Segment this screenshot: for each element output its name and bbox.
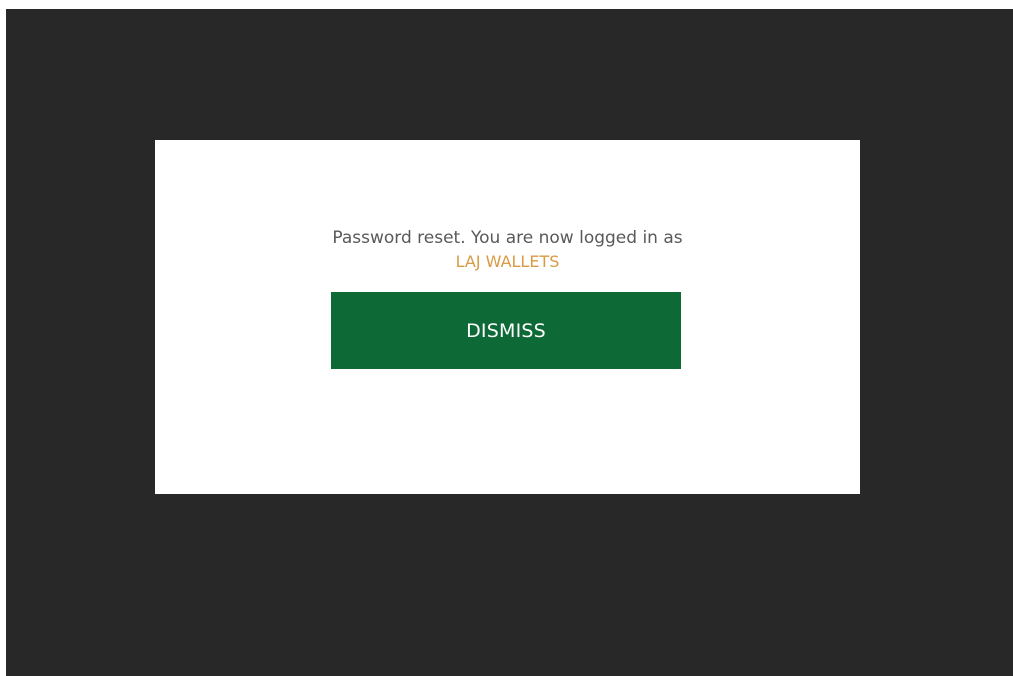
- message-text: Password reset. You are now logged in as: [332, 228, 683, 248]
- backdrop-overlay: Password reset. You are now logged in as…: [6, 9, 1013, 676]
- dismiss-button[interactable]: DISMISS: [331, 292, 681, 369]
- dialog-message: Password reset. You are now logged in as…: [155, 227, 860, 273]
- password-reset-dialog: Password reset. You are now logged in as…: [155, 140, 860, 494]
- username-label: LAJ WALLETS: [455, 252, 560, 271]
